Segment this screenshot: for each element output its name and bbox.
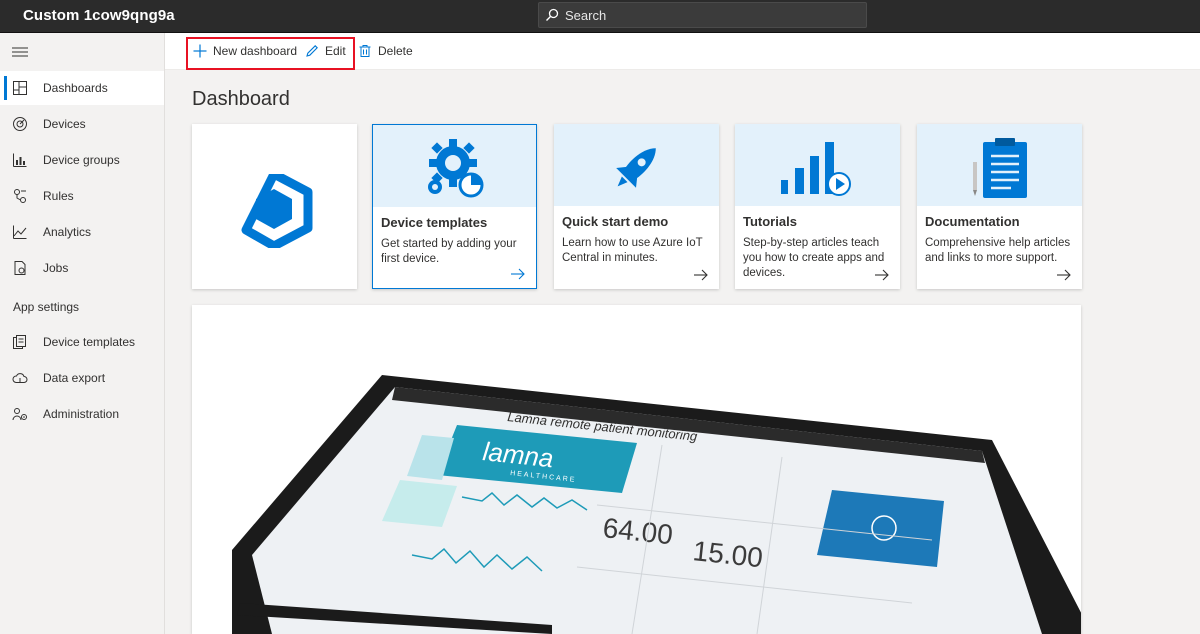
sidebar-item-label: Device templates <box>43 335 136 349</box>
card-description: Learn how to use Azure IoT Central in mi… <box>562 237 703 264</box>
card-description: Step-by-step articles teach you how to c… <box>743 237 885 279</box>
sidebar-item-rules[interactable]: Rules <box>0 179 164 213</box>
device-templates-icon <box>13 335 26 349</box>
card-header <box>373 125 536 207</box>
devices-icon <box>13 117 27 131</box>
administration-icon <box>12 408 27 421</box>
sidebar-item-label: Rules <box>43 189 74 203</box>
edit-button[interactable]: Edit <box>305 44 346 58</box>
command-bar: New dashboard Edit Delete <box>165 33 1200 70</box>
card-title: Quick start demo <box>562 214 669 229</box>
analytics-icon <box>13 225 27 239</box>
edit-label: Edit <box>325 44 346 58</box>
jobs-icon <box>14 261 26 275</box>
card-device-templates[interactable]: Device templates Get started by adding y… <box>372 124 537 289</box>
sidebar-item-device-groups[interactable]: Device groups <box>0 143 164 177</box>
sidebar-item-label: Administration <box>43 407 120 421</box>
sidebar-item-label: Analytics <box>43 225 92 239</box>
iot-central-logo-icon <box>241 174 313 248</box>
top-bar: Custom 1cow9qng9a <box>0 0 1200 33</box>
sidebar-item-devices[interactable]: Devices <box>0 107 164 141</box>
rocket-icon <box>616 148 656 188</box>
trash-icon <box>359 45 371 57</box>
sidebar-item-label: Device groups <box>43 153 120 167</box>
card-title: Tutorials <box>743 214 797 229</box>
card-description: Get started by adding your first device. <box>381 238 517 265</box>
sidebar-item-jobs[interactable]: Jobs <box>0 251 164 285</box>
search-box[interactable] <box>538 2 867 28</box>
card-title: Documentation <box>925 214 1020 229</box>
card-documentation[interactable]: Documentation Comprehensive help article… <box>917 124 1082 289</box>
card-quick-start-demo[interactable]: Quick start demo Learn how to use Azure … <box>554 124 719 289</box>
new-dashboard-label: New dashboard <box>213 44 298 58</box>
page-title: Dashboard <box>192 88 290 110</box>
sidebar-item-analytics[interactable]: Analytics <box>0 215 164 249</box>
search-icon <box>546 8 559 21</box>
sidebar-item-label: Data export <box>43 371 106 385</box>
data-export-cloud-icon <box>12 373 28 383</box>
tablet-illustration: Lamna remote patient monitoring lamna HE… <box>232 375 1081 634</box>
arrow-right-icon[interactable] <box>510 268 526 280</box>
arrow-right-icon[interactable] <box>693 269 709 281</box>
sidebar-item-data-export[interactable]: Data export <box>0 361 164 395</box>
card-header <box>554 124 719 206</box>
sidebar: Dashboards Devices Device groups Rules A… <box>0 33 165 634</box>
plus-icon <box>193 44 207 58</box>
card-tutorials[interactable]: Tutorials Step-by-step articles teach yo… <box>735 124 900 289</box>
card-header <box>735 124 900 206</box>
gear-icon <box>428 139 484 198</box>
card-title: Device templates <box>381 215 488 230</box>
tutorials-bar-chart-icon <box>781 142 851 196</box>
sidebar-item-label: Devices <box>43 117 86 131</box>
clipboard-document-icon <box>973 138 1027 198</box>
card-description: Comprehensive help articles and links to… <box>925 237 1071 264</box>
arrow-right-icon[interactable] <box>1056 269 1072 281</box>
hero-image-panel: Lamna remote patient monitoring lamna HE… <box>192 305 1081 634</box>
main-content: New dashboard Edit Delete Dashboard Devi… <box>165 33 1200 634</box>
hamburger-menu-icon[interactable] <box>12 45 28 59</box>
app-title[interactable]: Custom 1cow9qng9a <box>23 7 175 24</box>
pencil-icon <box>306 45 318 57</box>
app-logo-tile <box>192 124 357 289</box>
new-dashboard-button[interactable]: New dashboard <box>193 44 297 58</box>
arrow-right-icon[interactable] <box>874 269 890 281</box>
sidebar-item-administration[interactable]: Administration <box>0 397 164 431</box>
rules-icon <box>14 189 26 203</box>
sidebar-item-device-templates[interactable]: Device templates <box>0 325 164 359</box>
sidebar-item-dashboards[interactable]: Dashboards <box>0 71 164 105</box>
sidebar-item-label: Dashboards <box>43 81 108 95</box>
section-label-app-settings: App settings <box>13 300 80 314</box>
device-groups-icon <box>13 153 27 167</box>
delete-button[interactable]: Delete <box>358 44 413 58</box>
sidebar-item-label: Jobs <box>43 261 69 275</box>
card-header <box>917 124 1082 206</box>
search-input[interactable] <box>565 7 855 23</box>
delete-label: Delete <box>378 44 413 58</box>
dashboard-grid-icon <box>13 81 27 95</box>
